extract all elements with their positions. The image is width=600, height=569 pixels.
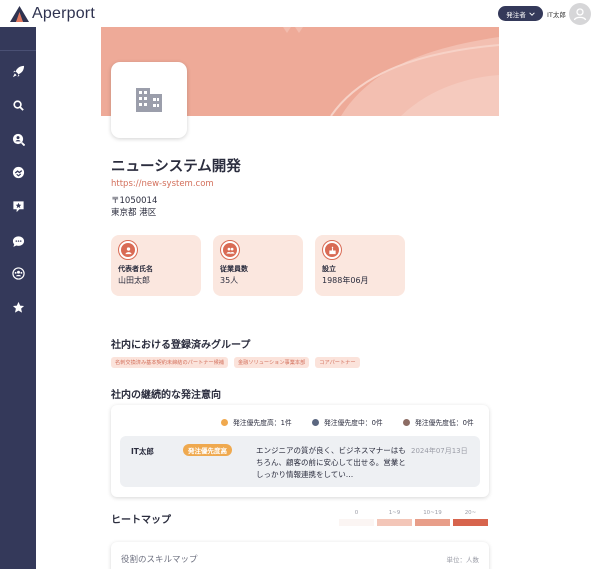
chevron-down-icon bbox=[529, 11, 535, 16]
company-address: 東京都 港区 bbox=[111, 208, 157, 218]
handshake-icon bbox=[12, 166, 24, 178]
legend-medium: 発注優先度中：0件 bbox=[312, 417, 383, 427]
sidebar bbox=[0, 27, 36, 569]
info-card-label: 代表者氏名 bbox=[118, 265, 153, 273]
building-icon bbox=[136, 88, 162, 112]
logo-text: Aperport bbox=[32, 5, 95, 22]
user-name: IT太郎 bbox=[547, 11, 566, 19]
scale-label: 10~19 bbox=[423, 510, 442, 516]
person-icon bbox=[118, 240, 138, 260]
user-icon bbox=[573, 8, 587, 21]
sidebar-item-messages[interactable] bbox=[0, 230, 36, 252]
sidebar-item-search[interactable] bbox=[0, 94, 36, 116]
sidebar-item-reviews[interactable] bbox=[0, 195, 36, 217]
info-card-value: 山田太郎 bbox=[118, 276, 150, 285]
scale-label: 1~9 bbox=[388, 510, 401, 516]
intent-date: 2024年07月13日 bbox=[411, 447, 468, 455]
sidebar-item-favorites[interactable] bbox=[0, 296, 36, 318]
intent-author: IT太郎 bbox=[131, 447, 154, 456]
heatmap-scale-3: 20~ bbox=[453, 510, 488, 526]
app-logo[interactable]: Aperport bbox=[10, 5, 95, 23]
scale-swatch bbox=[453, 519, 488, 526]
legend-label: 発注優先度中：0件 bbox=[324, 419, 383, 427]
sidebar-divider bbox=[0, 50, 36, 51]
legend-dot-low bbox=[403, 418, 410, 426]
sidebar-item-projects[interactable] bbox=[0, 60, 36, 82]
people-icon bbox=[220, 240, 240, 260]
skill-map-unit: 単位：人数 bbox=[446, 556, 480, 564]
info-card-representative: 代表者氏名 山田太郎 bbox=[111, 235, 201, 296]
legend-dot-high bbox=[221, 418, 228, 426]
info-card-label: 設立 bbox=[322, 265, 336, 273]
info-card-value: 1988年06月 bbox=[322, 276, 369, 285]
info-card-label: 従業員数 bbox=[220, 265, 248, 273]
company-logo bbox=[111, 62, 187, 138]
cake-icon bbox=[322, 240, 342, 260]
priority-badge: 発注優先度高 bbox=[183, 444, 232, 456]
info-card-founded: 設立 1988年06月 bbox=[315, 235, 405, 296]
groups-section-title: 社内における登録済みグループ bbox=[111, 340, 251, 351]
group-tag[interactable]: 名刺交換済み基本契約未締結のパートナー候補 bbox=[111, 357, 228, 368]
company-postal-code: 〒1050014 bbox=[111, 196, 158, 206]
legend-dot-medium bbox=[312, 418, 319, 426]
legend-low: 発注優先度低：0件 bbox=[403, 417, 474, 427]
scale-swatch bbox=[377, 519, 412, 526]
role-switch-button[interactable]: 発注者 bbox=[498, 6, 543, 21]
group-tag[interactable]: コアパートナー bbox=[315, 357, 360, 368]
heatmap-scale-2: 10~19 bbox=[415, 510, 450, 526]
role-label: 発注者 bbox=[506, 10, 526, 19]
company-url-link[interactable]: https://new-system.com bbox=[111, 179, 214, 189]
logo-mark-icon bbox=[10, 6, 29, 22]
group-icon bbox=[11, 266, 25, 280]
search-person-icon bbox=[12, 133, 25, 146]
intent-card: 発注優先度高：1件 発注優先度中：0件 発注優先度低：0件 IT太郎 発注優先度… bbox=[111, 405, 489, 497]
info-card-employees: 従業員数 35人 bbox=[213, 235, 303, 296]
legend-label: 発注優先度高：1件 bbox=[233, 419, 292, 427]
heatmap-scale-1: 1~9 bbox=[377, 510, 412, 526]
rocket-icon bbox=[12, 65, 24, 77]
review-star-icon bbox=[12, 200, 24, 212]
sidebar-item-search-talent[interactable] bbox=[0, 128, 36, 150]
scale-swatch bbox=[415, 519, 450, 526]
heatmap-title: ヒートマップ bbox=[111, 515, 171, 526]
info-card-value: 35人 bbox=[220, 276, 239, 285]
group-tag[interactable]: 金融ソリューション事業本部 bbox=[233, 357, 310, 368]
star-icon bbox=[12, 301, 24, 313]
scale-swatch bbox=[339, 519, 374, 526]
top-bar: Aperport 発注者 IT太郎 bbox=[0, 0, 600, 27]
intent-entry[interactable]: IT太郎 発注優先度高 エンジニアの質が良く、ビジネスマナーはもちろん、顧客の前… bbox=[120, 436, 480, 487]
search-icon bbox=[12, 99, 24, 111]
legend-high: 発注優先度高：1件 bbox=[221, 417, 292, 427]
legend-label: 発注優先度低：0件 bbox=[415, 419, 474, 427]
chat-icon bbox=[12, 235, 24, 247]
intent-section-title: 社内の継続的な発注意向 bbox=[111, 390, 221, 401]
sidebar-item-partners[interactable] bbox=[0, 161, 36, 183]
scale-label: 20~ bbox=[464, 510, 477, 516]
intent-comment: エンジニアの質が良く、ビジネスマナーはもちろん、顧客の前に安心して出せる。営業と… bbox=[256, 446, 406, 479]
sidebar-item-groups[interactable] bbox=[0, 262, 36, 284]
group-tags: 名刺交換済み基本契約未締結のパートナー候補 金融ソリューション事業本部 コアパー… bbox=[111, 357, 360, 368]
skill-map-title: 役割のスキルマップ bbox=[121, 555, 198, 565]
skill-map-card: 役割のスキルマップ 単位：人数 bbox=[111, 542, 489, 569]
avatar[interactable] bbox=[569, 3, 591, 25]
scale-label: 0 bbox=[354, 510, 359, 516]
company-name: ニューシステム開発 bbox=[111, 159, 241, 175]
heatmap-scale-0: 0 bbox=[339, 510, 374, 526]
